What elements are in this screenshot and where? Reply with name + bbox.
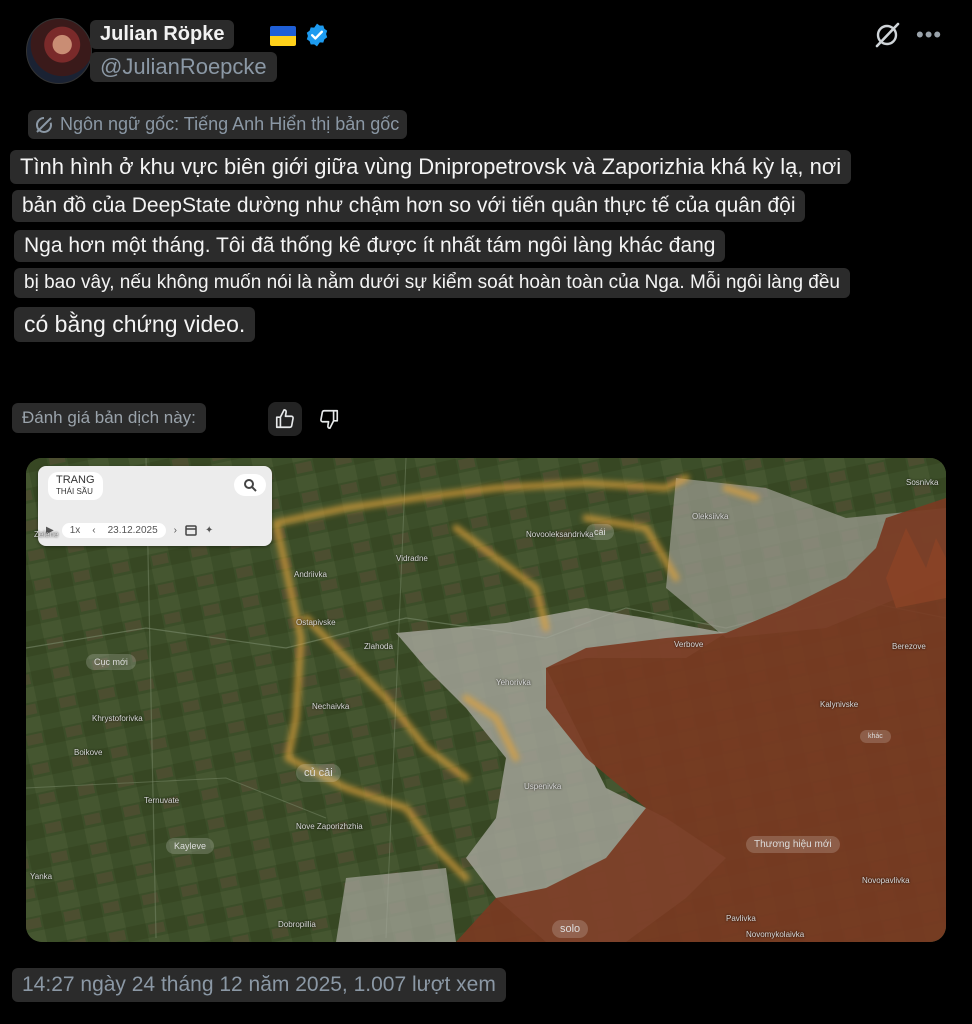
map-image[interactable]: TRANG THÁI SẦU ▶ 1x ‹ 23.12.2025 › ✦ cái [26,458,946,942]
map-label: khác [860,730,891,743]
translate-icon [36,116,52,133]
panel-title-text: TRANG [56,474,95,486]
town-label: Ostapivske [296,618,336,627]
map-label: củ cải [296,764,341,782]
map-label: Thương hiệu mới [746,836,840,853]
date-label: 23.12.2025 [107,524,158,536]
town-label: Yanka [30,872,53,881]
map-control-panel: TRANG THÁI SẦU ▶ 1x ‹ 23.12.2025 › ✦ [38,466,272,546]
town-label: Novomykolaivka [746,930,805,939]
date-selector[interactable]: 1x ‹ 23.12.2025 [61,522,166,538]
sparkle-icon[interactable]: ✦ [205,525,213,536]
author-avatar[interactable] [26,18,92,84]
map-label: Cục mới [86,654,136,670]
town-label: Verbove [674,640,704,649]
town-label: Nove Zaporizhzhia [296,822,363,831]
town-label: Berezove [892,642,926,651]
town-label: Andriivka [294,570,327,579]
speed-label[interactable]: 1x [70,525,81,536]
town-label: Zelene [34,530,59,539]
tweet-text-line: Nga hơn một tháng. Tôi đã thống kê được … [14,230,726,262]
calendar-icon[interactable] [185,524,197,536]
map-label: Kayleve [166,838,215,854]
thumbs-up-button[interactable] [268,402,302,436]
town-label: Yehorivka [496,678,531,687]
author-name[interactable]: Julian Röpke [90,20,235,49]
town-label: Vidradne [396,554,428,563]
panel-subtitle-text: THÁI SẦU [56,487,93,496]
ukraine-flag-icon [270,26,296,46]
original-language-label: Ngôn ngữ gốc: Tiếng Anh Hiển thị bản gốc [60,114,400,134]
author-handle[interactable]: @JulianRoepcke [90,52,277,82]
town-label: Novooleksandrivka [526,530,594,539]
map-label: solo [552,920,589,938]
tweet-metadata: 14:27 ngày 24 tháng 12 năm 2025, 1.007 l… [12,968,506,1002]
town-label: Kalynivske [820,700,859,709]
town-label: Zlahoda [364,642,393,651]
grok-icon[interactable] [872,20,902,50]
town-label: Uspenivka [524,782,562,791]
town-label: Novopavlivka [862,876,910,885]
verified-badge-icon [306,23,328,47]
town-label: Pavlivka [726,914,756,923]
town-label: Ternuvate [144,796,180,805]
more-options-icon[interactable]: ••• [916,22,942,48]
next-date-icon[interactable]: › [174,525,177,536]
map-panel-title[interactable]: TRANG THÁI SẦU [48,472,103,500]
town-label: Dobropillia [278,920,316,929]
town-label: Boikove [74,748,103,757]
thumbs-down-icon [320,409,339,429]
tweet-text-line: Tình hình ở khu vực biên giới giữa vùng … [10,150,852,184]
tweet-text-line: có bằng chứng video. [14,307,256,342]
prev-date-icon[interactable]: ‹ [92,525,95,536]
rate-translation-label: Đánh giá bản dịch này: [12,403,206,433]
town-label: Sosnivka [906,478,939,487]
tweet-text-line: bản đồ của DeepState dường như chậm hơn … [12,190,806,222]
tweet-text-line: bị bao vây, nếu không muốn nói là nằm dư… [14,268,850,298]
original-language-toggle[interactable]: Ngôn ngữ gốc: Tiếng Anh Hiển thị bản gốc [28,110,408,139]
town-label: Nechaivka [312,702,350,711]
town-label: Khrystoforivka [92,714,143,723]
thumbs-up-icon [275,409,294,429]
town-label: Oleksiivka [692,512,729,521]
thumbs-down-button[interactable] [312,402,346,436]
search-icon [244,479,257,492]
map-search-button[interactable] [234,474,266,496]
